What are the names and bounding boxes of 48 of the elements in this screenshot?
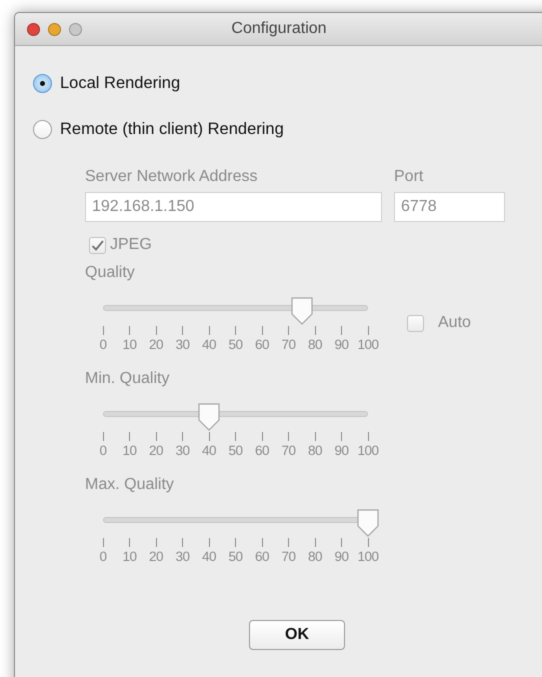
tick-label: 80 [308, 443, 322, 458]
tick-label: 90 [334, 549, 349, 564]
tick-label: 60 [254, 549, 270, 564]
tick-label: 10 [122, 549, 137, 564]
tick-label: 80 [308, 549, 322, 564]
tick-label: 100 [357, 337, 379, 352]
slider-label: Min. Quality [85, 370, 170, 388]
tick-label: 20 [148, 549, 164, 564]
tick-label: 40 [202, 337, 216, 352]
tick-label: 50 [228, 337, 243, 352]
tick-label: 100 [357, 443, 379, 458]
window-control-icon[interactable] [69, 22, 82, 36]
tick-label: 20 [148, 443, 164, 458]
radio-label[interactable]: Remote (thin client) Rendering [60, 120, 284, 138]
ok-button[interactable]: OK [249, 620, 345, 650]
tick-label: 60 [254, 443, 270, 458]
tick-label: 70 [281, 443, 296, 458]
tick-label: 90 [334, 337, 349, 352]
field-label: Server Network Address [85, 168, 259, 186]
slider-label: Quality [85, 264, 136, 282]
tick-label: 50 [228, 443, 243, 458]
tick-label: 30 [175, 443, 190, 458]
window-control-icon[interactable] [48, 22, 61, 36]
tick-label: 70 [281, 549, 296, 564]
tick-label: 60 [254, 337, 270, 352]
tick-label: 90 [334, 443, 349, 458]
tick-label: 20 [148, 337, 164, 352]
tick-label: 40 [202, 443, 216, 458]
tick-label: 0 [99, 549, 106, 564]
tick-label: 30 [175, 337, 190, 352]
tick-label: 50 [228, 549, 243, 564]
window-control-icon[interactable] [27, 22, 40, 36]
slider-label: Max. Quality [85, 476, 175, 494]
tick-label: 10 [122, 337, 137, 352]
window-title: Configuration [230, 20, 328, 38]
tick-label: 40 [202, 549, 216, 564]
checkmark-icon [91, 240, 104, 250]
field-label: Port [394, 168, 424, 186]
radio-button[interactable] [33, 120, 52, 138]
tick-label: 100 [357, 549, 379, 564]
radio-button[interactable] [33, 74, 52, 92]
tick-label: 30 [175, 549, 190, 564]
tick-label: 70 [281, 337, 296, 352]
tick-label: 0 [99, 337, 106, 352]
radio-label[interactable]: Local Rendering [60, 74, 180, 92]
tick-label: 80 [308, 337, 322, 352]
tick-label: 0 [99, 443, 106, 458]
tick-label: 10 [122, 443, 137, 458]
